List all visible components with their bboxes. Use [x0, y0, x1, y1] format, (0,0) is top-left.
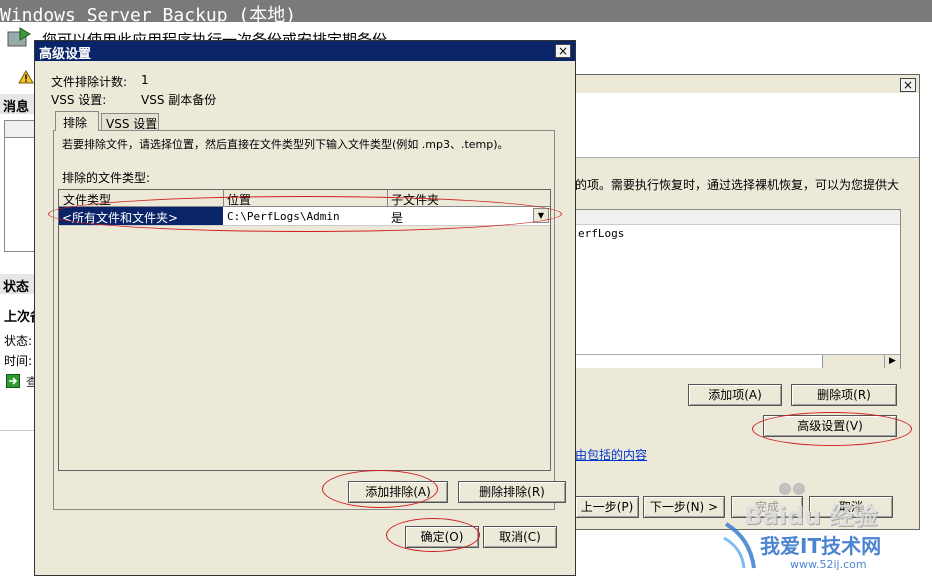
tab-panel: 若要排除文件，请选择位置，然后直接在文件类型列下输入文件类型(例如 .mp3、.…: [53, 130, 566, 510]
advanced-settings-button[interactable]: 高级设置(V): [763, 415, 897, 437]
subfolders-dropdown-icon[interactable]: ▼: [533, 208, 549, 223]
dialog-close-icon[interactable]: ×: [555, 44, 571, 58]
tab-exclusions[interactable]: 排除: [55, 111, 99, 131]
cell-subfolders[interactable]: 是: [391, 209, 403, 226]
scroll-right-arrow-icon[interactable]: ▶: [884, 355, 900, 368]
column-location[interactable]: 位置: [227, 191, 251, 208]
baidu-paw-icon: ●●: [778, 478, 806, 497]
wizard-link[interactable]: 由包括的内容: [575, 446, 647, 463]
excluded-types-label: 排除的文件类型:: [62, 171, 151, 185]
app-icon: [6, 26, 32, 50]
column-subfolders[interactable]: 子文件夹: [391, 191, 439, 208]
column-file-type[interactable]: 文件类型: [63, 191, 111, 208]
main-title-bar: Windows Server Backup (本地): [0, 0, 932, 26]
messages-list[interactable]: [4, 120, 38, 252]
status-divider: [0, 430, 36, 431]
cell-file-type[interactable]: <所有文件和文件夹>: [59, 207, 223, 225]
dialog-title: 高级设置: [39, 47, 92, 62]
advanced-settings-dialog: 高级设置 × 文件排除计数: 1 VSS 设置: VSS 副本备份 排除 VSS…: [34, 40, 576, 576]
ok-button[interactable]: 确定(O): [405, 526, 479, 548]
view-details-icon[interactable]: [6, 374, 20, 388]
instruction-text: 若要排除文件，请选择位置，然后直接在文件类型列下输入文件类型(例如 .mp3、.…: [62, 138, 509, 151]
remove-item-button[interactable]: 删除项(R): [791, 384, 897, 406]
vss-setting-value: VSS 副本备份: [141, 93, 217, 107]
exclusions-table[interactable]: 文件类型 位置 子文件夹 <所有文件和文件夹> C:\PerfLogs\Admi…: [58, 189, 551, 471]
add-item-button[interactable]: 添加项(A): [688, 384, 782, 406]
table-header: 文件类型 位置 子文件夹: [59, 190, 550, 207]
next-button[interactable]: 下一步(N) >: [643, 496, 725, 518]
add-exclusion-button[interactable]: 添加排除(A): [348, 481, 448, 503]
wizard-header: [561, 93, 919, 158]
site-title: 我爱IT技术网: [760, 534, 882, 558]
cell-location[interactable]: C:\PerfLogs\Admin: [227, 210, 340, 223]
dialog-cancel-button[interactable]: 取消(C): [483, 526, 557, 548]
wizard-close-icon[interactable]: ×: [900, 78, 916, 92]
dialog-title-bar: 高级设置 ×: [35, 41, 575, 62]
wizard-items-list[interactable]: erfLogs ▶: [575, 209, 901, 369]
warning-icon: [18, 70, 34, 84]
table-row[interactable]: <所有文件和文件夹> C:\PerfLogs\Admin 是 ▼: [59, 207, 550, 226]
baidu-watermark: ●● Baidu 经验 我爱IT技术网 www.52ij.com: [720, 478, 932, 579]
baidu-brand: Baidu 经验: [744, 502, 878, 530]
tab-vss-settings[interactable]: VSS 设置: [101, 113, 159, 131]
site-url: www.52ij.com: [790, 558, 867, 571]
prev-button[interactable]: 上一步(P): [575, 496, 639, 518]
main-title: Windows Server Backup (本地): [0, 5, 297, 26]
vss-setting-label: VSS 设置:: [51, 93, 107, 107]
exclusion-count-value: 1: [141, 73, 149, 87]
status-heading-bar: 状态: [0, 274, 36, 295]
wizard-list-item[interactable]: erfLogs: [578, 227, 624, 240]
wizard-window: × 的项。需要执行恢复时，通过选择裸机恢复，可以为您提供大 erfLogs ▶ …: [560, 74, 920, 530]
remove-exclusion-button[interactable]: 删除排除(R): [458, 481, 566, 503]
wizard-hscrollbar[interactable]: ▶: [576, 354, 900, 369]
site-swoosh-icon: [720, 518, 760, 572]
time-label: 时间:: [4, 354, 33, 368]
exclusion-count-label: 文件排除计数:: [51, 75, 128, 89]
status-label: 状态:: [4, 334, 33, 348]
wizard-description: 的项。需要执行恢复时，通过选择裸机恢复，可以为您提供大: [575, 178, 900, 192]
